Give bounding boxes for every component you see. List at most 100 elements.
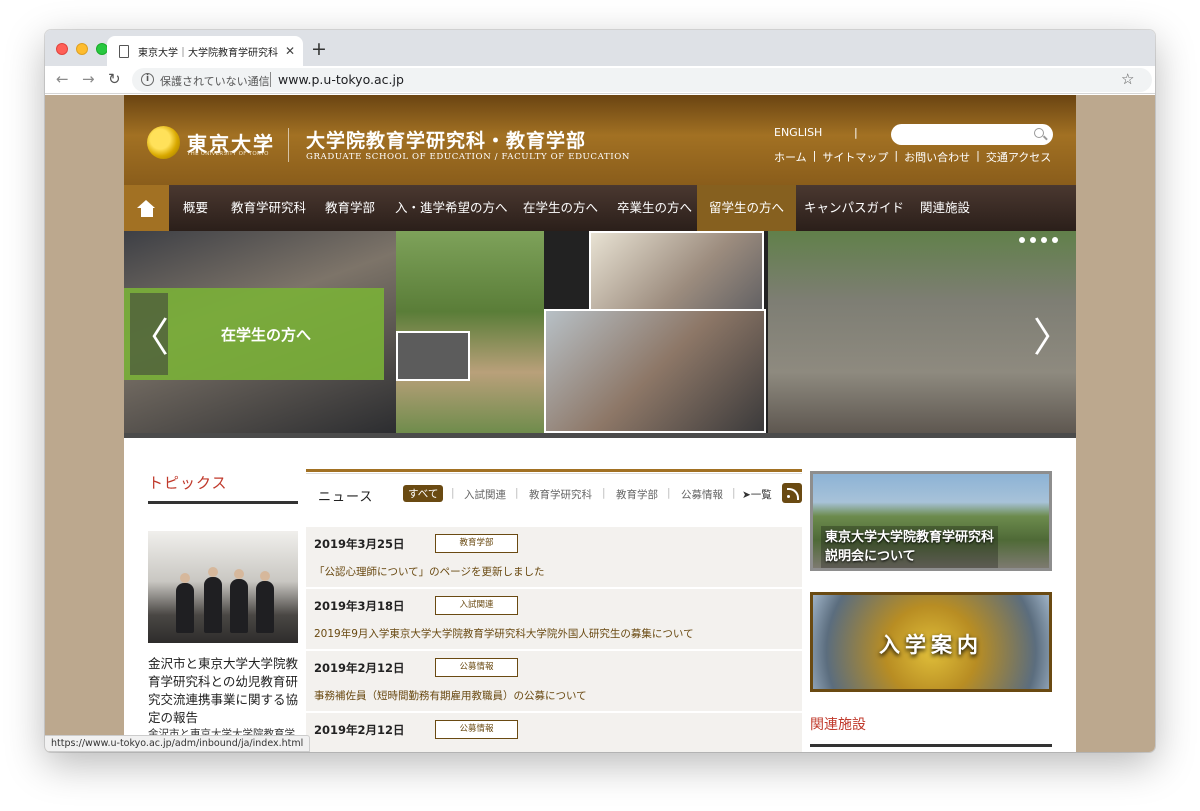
news-date: 2019年3月25日 — [314, 537, 405, 551]
news-category-badge[interactable]: 教育学部 — [435, 534, 518, 553]
school-name-en: GRADUATE SCHOOL OF EDUCATION / FACULTY O… — [306, 152, 631, 162]
carousel-prev-button[interactable]: 〈 — [129, 293, 169, 375]
hero-photo-lecture — [396, 331, 470, 381]
home-button[interactable] — [124, 185, 169, 231]
bookmark-star-icon[interactable]: ☆ — [1121, 70, 1134, 88]
forward-arrow-icon[interactable]: → — [82, 70, 95, 88]
rss-icon — [787, 488, 799, 500]
logo-divider — [288, 128, 289, 162]
university-seal-icon[interactable] — [147, 126, 180, 159]
sitemap-link[interactable]: サイトマップ — [822, 149, 888, 165]
nav-item-overview[interactable]: 概要 — [171, 185, 220, 231]
photo-person — [204, 567, 222, 633]
news-top-rule — [306, 469, 802, 472]
url-text[interactable]: www.p.u-tokyo.ac.jp — [278, 72, 404, 87]
news-heading: ニュース — [318, 490, 374, 505]
nav-item-faculty[interactable]: 教育学部 — [313, 185, 387, 231]
access-link[interactable]: 交通アクセス — [986, 149, 1051, 165]
header-separator: | — [854, 126, 858, 139]
minimize-window-button[interactable] — [76, 43, 88, 55]
site-search-input[interactable] — [891, 124, 1053, 145]
util-separator: | — [894, 149, 899, 162]
nav-item-current-students[interactable]: 在学生の方へ — [511, 185, 610, 231]
photo-person — [230, 569, 248, 633]
news-sub-rule — [306, 473, 802, 474]
util-separator: | — [976, 149, 980, 162]
news-item[interactable]: 2019年2月12日 公募情報 事務補佐員（短時間勤務有期雇用教職員）の公募につ… — [306, 651, 802, 713]
new-tab-button[interactable]: + — [311, 38, 327, 60]
carousel-dot[interactable] — [1041, 237, 1047, 243]
news-title-link[interactable]: 「公認心理師について」のページを更新しました — [314, 564, 544, 579]
browser-window: 東京大学｜大学院教育学研究科・教 ✕ + ← → ↻ i 保護されていない通信 … — [45, 30, 1155, 752]
close-window-button[interactable] — [56, 43, 68, 55]
filter-all[interactable]: すべて — [403, 485, 444, 502]
nav-item-prospective[interactable]: 入・進学希望の方へ — [383, 185, 520, 231]
admissions-guide-banner[interactable]: 入学案内 — [810, 592, 1052, 692]
english-link[interactable]: ENGLISH — [774, 126, 822, 139]
browser-tab[interactable]: 東京大学｜大学院教育学研究科・教 ✕ — [107, 36, 303, 66]
carousel-dots — [1014, 237, 1058, 243]
briefing-banner-line2: 説明会について — [825, 549, 916, 564]
filter-graduate-school[interactable]: 教育学研究科 — [529, 487, 592, 502]
briefing-banner-text: 東京大学大学院教育学研究科 説明会について — [821, 526, 999, 568]
rss-button[interactable] — [782, 483, 802, 503]
briefing-banner-line1: 東京大学大学院教育学研究科 — [825, 530, 995, 545]
news-list-link[interactable]: ➤一覧 — [742, 487, 772, 502]
news-title-link[interactable]: 事務補佐員（短時間勤務有期雇用教職員）の公募について — [314, 688, 587, 703]
news-item[interactable]: 2019年2月12日 公募情報 — [306, 713, 802, 752]
hero-photo-students-stairs — [768, 231, 1076, 433]
hero-title[interactable]: 在学生の方へ — [221, 324, 311, 345]
filter-job-openings[interactable]: 公募情報 — [681, 487, 723, 502]
close-tab-icon[interactable]: ✕ — [285, 44, 295, 58]
cloud-extension-icon[interactable]: ☁ — [1154, 70, 1155, 86]
news-title-link[interactable]: 2019年9月入学東京大学大学院教育学研究科大学院外国人研究生の募集について — [314, 626, 694, 641]
nav-item-campus-guide[interactable]: キャンパスガイド — [792, 185, 916, 231]
news-category-badge[interactable]: 公募情報 — [435, 720, 518, 739]
filter-separator: | — [667, 487, 671, 499]
search-icon[interactable] — [1034, 128, 1044, 138]
carousel-dot[interactable] — [1030, 237, 1036, 243]
address-separator — [270, 72, 271, 87]
news-item[interactable]: 2019年3月25日 教育学部 「公認心理師について」のページを更新しました — [306, 527, 802, 589]
nav-item-graduate-school[interactable]: 教育学研究科 — [219, 185, 318, 231]
carousel-dot[interactable] — [1052, 237, 1058, 243]
status-bar-url: https://www.u-tokyo.ac.jp/adm/inbound/ja… — [45, 735, 311, 752]
contact-link[interactable]: お問い合わせ — [904, 149, 970, 165]
news-date: 2019年2月12日 — [314, 723, 405, 737]
topic-photo[interactable] — [148, 531, 298, 643]
filter-admissions[interactable]: 入試関連 — [464, 487, 506, 502]
home-link[interactable]: ホーム — [774, 149, 807, 165]
filter-separator: | — [515, 487, 519, 499]
admissions-banner-text: 入学案内 — [879, 633, 983, 657]
tab-title: 東京大学｜大学院教育学研究科・教 — [138, 47, 279, 59]
reload-icon[interactable]: ↻ — [108, 70, 121, 88]
related-facilities-heading: 関連施設 — [810, 717, 866, 733]
news-category-badge[interactable]: 公募情報 — [435, 658, 518, 677]
filter-faculty[interactable]: 教育学部 — [616, 487, 658, 502]
hero-carousel: 在学生の方へ 〈 〉 — [124, 231, 1076, 433]
carousel-dot[interactable] — [1019, 237, 1025, 243]
page-icon — [119, 44, 129, 58]
nav-item-international[interactable]: 留学生の方へ — [697, 185, 797, 231]
related-rule — [810, 744, 1052, 747]
nav-item-facilities[interactable]: 関連施設 — [908, 185, 982, 231]
nav-item-alumni[interactable]: 卒業生の方へ — [605, 185, 704, 231]
school-name[interactable]: 大学院教育学研究科・教育学部 — [306, 126, 586, 153]
address-bar[interactable]: i 保護されていない通信 www.p.u-tokyo.ac.jp ☆ ☁ ⋮ — [132, 68, 1155, 92]
security-label: 保護されていない通信 — [160, 75, 270, 88]
utility-links: ホーム | サイトマップ | お問い合わせ | 交通アクセス — [774, 149, 1051, 165]
global-nav: 概要 教育学研究科 教育学部 入・進学希望の方へ 在学生の方へ 卒業生の方へ 留… — [124, 185, 1076, 231]
filter-separator: | — [451, 487, 455, 499]
info-icon[interactable]: i — [141, 73, 154, 86]
news-item[interactable]: 2019年3月18日 入試関連 2019年9月入学東京大学大学院教育学研究科大学… — [306, 589, 802, 651]
carousel-next-button[interactable]: 〉 — [1033, 293, 1073, 375]
news-category-badge[interactable]: 入試関連 — [435, 596, 518, 615]
page-viewport: 東京大学 THE UNIVERSITY OF TOKYO 大学院教育学研究科・教… — [45, 95, 1155, 752]
topics-rule — [148, 501, 298, 504]
news-list: 2019年3月25日 教育学部 「公認心理師について」のページを更新しました 2… — [306, 527, 802, 752]
util-separator: | — [812, 149, 817, 162]
hero-photo-student-reading — [544, 309, 766, 433]
topic-title-link[interactable]: 金沢市と東京大学大学院教育学研究科との幼児教育研究交流連携事業に関する協定の報告 — [148, 655, 298, 727]
briefing-session-banner[interactable]: 東京大学大学院教育学研究科 説明会について — [810, 471, 1052, 571]
back-arrow-icon[interactable]: ← — [56, 70, 69, 88]
